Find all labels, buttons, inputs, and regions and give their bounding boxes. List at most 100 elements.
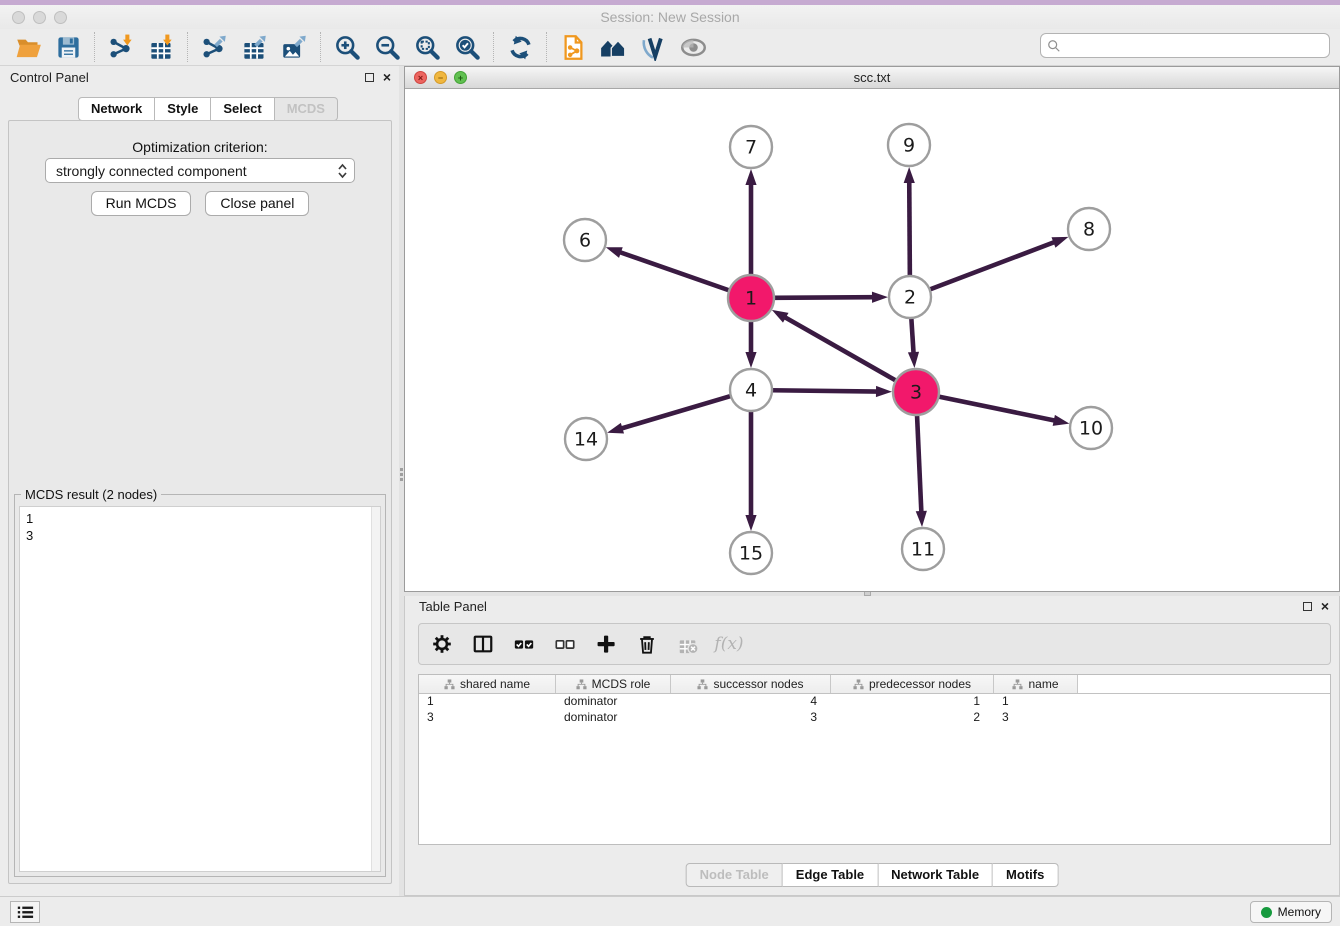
cell-name[interactable]: 1 (994, 694, 1078, 710)
edge-4-3[interactable] (771, 390, 878, 391)
window-titlebar: Session: New Session (0, 5, 1340, 29)
optimization-criterion-label: Optimization criterion: (9, 139, 391, 155)
node-label-8: 8 (1083, 219, 1095, 241)
node-label-2: 2 (904, 287, 916, 309)
cell-successor-nodes[interactable]: 4 (671, 694, 831, 710)
edge-3-1[interactable] (784, 317, 897, 381)
mcds-result-group: MCDS result (2 nodes) 1 3 (14, 494, 386, 877)
table-row[interactable]: 3dominator323 (419, 710, 1330, 726)
table-row[interactable]: 1dominator411 (419, 694, 1330, 710)
split-view-icon[interactable] (470, 631, 496, 657)
home-icon[interactable] (593, 31, 633, 63)
hide-panel-icon[interactable] (673, 31, 713, 63)
export-image-icon[interactable] (274, 31, 314, 63)
node-label-11: 11 (911, 539, 935, 561)
vizmap-icon[interactable] (633, 31, 673, 63)
cell-MCDS-role[interactable]: dominator (556, 694, 671, 710)
edge-2-8[interactable] (929, 242, 1056, 290)
new-network-icon[interactable] (553, 31, 593, 63)
mcds-result-textarea[interactable]: 1 3 (19, 506, 381, 872)
edge-2-3[interactable] (911, 317, 913, 354)
float-panel-icon[interactable] (365, 73, 374, 82)
edge-arrow-4-3 (876, 386, 892, 397)
column-header-shared-name[interactable]: shared name (419, 675, 556, 693)
select-all-icon[interactable] (511, 631, 537, 657)
node-label-6: 6 (579, 230, 591, 252)
close-panel-button[interactable]: Close panel (205, 191, 309, 216)
close-table-panel-icon[interactable]: × (1321, 601, 1329, 611)
edge-4-14[interactable] (621, 396, 732, 429)
float-table-panel-icon[interactable] (1303, 602, 1312, 611)
edge-3-10[interactable] (938, 396, 1056, 420)
tab-network[interactable]: Network (78, 97, 155, 121)
delete-table-icon (675, 631, 701, 657)
cell-shared-name[interactable]: 3 (419, 710, 556, 726)
zoom-selected-icon[interactable] (447, 31, 487, 63)
main-toolbar (0, 29, 1340, 66)
task-history-button[interactable] (10, 901, 40, 923)
zoom-in-icon[interactable] (327, 31, 367, 63)
delete-icon[interactable] (634, 631, 660, 657)
tab-network-table[interactable]: Network Table (878, 863, 993, 887)
edge-arrow-3-11 (916, 511, 927, 527)
column-header-name[interactable]: name (994, 675, 1078, 693)
zoom-fit-icon[interactable] (407, 31, 447, 63)
column-header-successor-nodes[interactable]: successor nodes (671, 675, 831, 693)
search-field[interactable] (1040, 33, 1330, 58)
node-table: shared nameMCDS rolesuccessor nodesprede… (418, 674, 1331, 845)
tab-edge-table[interactable]: Edge Table (783, 863, 878, 887)
optimization-criterion-dropdown[interactable]: strongly connected component (45, 158, 355, 183)
cell-successor-nodes[interactable]: 3 (671, 710, 831, 726)
table-panel: Table Panel × f(x) shared nameMCDS roles… (404, 596, 1340, 896)
memory-button[interactable]: Memory (1250, 901, 1332, 923)
search-icon (1047, 39, 1061, 53)
tab-select[interactable]: Select (211, 97, 274, 121)
zoom-out-icon[interactable] (367, 31, 407, 63)
network-canvas[interactable]: 7968123414101511 (405, 89, 1339, 591)
edge-2-9[interactable] (909, 181, 910, 277)
run-mcds-button[interactable]: Run MCDS (91, 191, 192, 216)
deselect-all-icon[interactable] (552, 631, 578, 657)
mcds-result-lines: 1 3 (26, 510, 33, 544)
cell-shared-name[interactable]: 1 (419, 694, 556, 710)
table-panel-title: Table Panel (419, 599, 487, 614)
edge-arrow-1-2 (872, 292, 888, 303)
export-table-icon[interactable] (234, 31, 274, 63)
column-header-predecessor-nodes[interactable]: predecessor nodes (831, 675, 994, 693)
cell-predecessor-nodes[interactable]: 1 (831, 694, 994, 710)
edge-1-2[interactable] (773, 297, 874, 298)
toolbar-separator (187, 32, 188, 62)
application-window: Session: New Session Control Panel × Net… (0, 0, 1340, 926)
node-label-4: 4 (745, 380, 757, 402)
save-session-icon[interactable] (48, 31, 88, 63)
result-scrollbar[interactable] (371, 507, 380, 871)
column-type-icon (697, 679, 708, 690)
settings-icon[interactable] (429, 631, 455, 657)
open-session-icon[interactable] (8, 31, 48, 63)
cell-predecessor-nodes[interactable]: 2 (831, 710, 994, 726)
edge-arrow-4-14 (607, 423, 624, 434)
cell-MCDS-role[interactable]: dominator (556, 710, 671, 726)
close-panel-icon[interactable]: × (383, 72, 391, 82)
tab-style[interactable]: Style (155, 97, 211, 121)
import-network-icon[interactable] (101, 31, 141, 63)
tab-mcds[interactable]: MCDS (275, 97, 338, 121)
add-icon[interactable] (593, 631, 619, 657)
edge-arrow-2-9 (904, 167, 915, 183)
export-network-icon[interactable] (194, 31, 234, 63)
node-label-3: 3 (910, 382, 922, 404)
window-title: Session: New Session (0, 9, 1340, 25)
network-window-titlebar[interactable]: × − + scc.txt (405, 67, 1339, 89)
tab-motifs[interactable]: Motifs (993, 863, 1058, 887)
memory-label: Memory (1278, 905, 1321, 919)
dropdown-value: strongly connected component (56, 163, 247, 179)
column-header-MCDS-role[interactable]: MCDS role (556, 675, 671, 693)
import-table-icon[interactable] (141, 31, 181, 63)
tab-node-table[interactable]: Node Table (686, 863, 783, 887)
search-input[interactable] (1061, 36, 1329, 56)
refresh-icon[interactable] (500, 31, 540, 63)
edge-1-6[interactable] (619, 252, 730, 291)
cell-name[interactable]: 3 (994, 710, 1078, 726)
node-label-15: 15 (739, 543, 763, 565)
edge-3-11[interactable] (917, 414, 921, 513)
